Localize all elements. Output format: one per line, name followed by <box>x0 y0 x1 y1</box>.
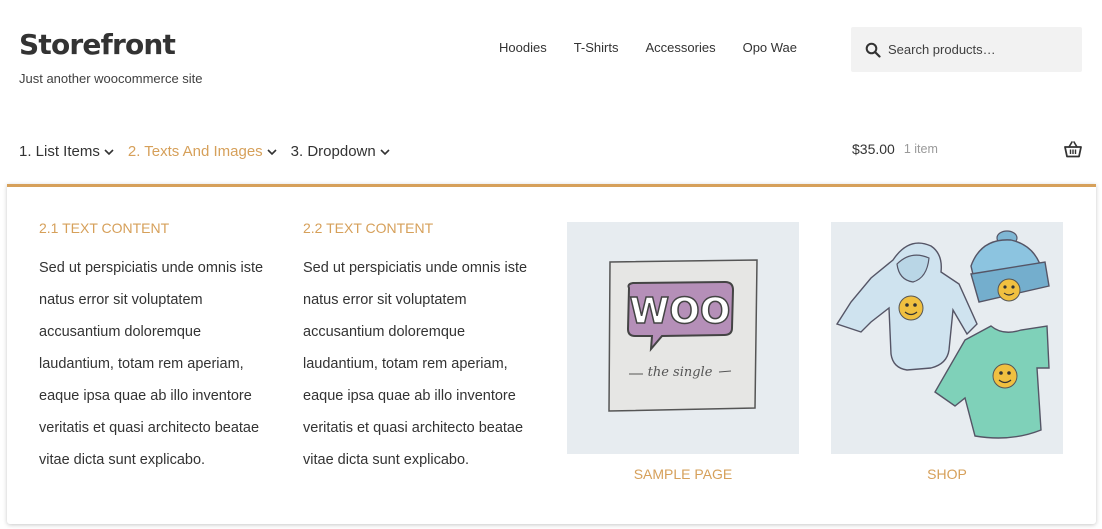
menu-item-label: 3. Dropdown <box>290 143 376 160</box>
search-input[interactable] <box>888 42 1078 57</box>
sample-page-link[interactable]: Sample Page <box>567 466 799 482</box>
cart-amount: $35.00 <box>852 141 895 157</box>
basket-icon[interactable] <box>1064 141 1082 158</box>
menu-item-label: 1. List Items <box>19 143 100 160</box>
clothing-illustration <box>831 222 1063 454</box>
chevron-down-icon <box>104 148 114 155</box>
chevron-down-icon <box>267 148 277 155</box>
nav-opo-wae[interactable]: Opo Wae <box>743 40 797 55</box>
column-heading: 2.1 Text Content <box>39 220 170 236</box>
sample-page-image[interactable]: WOO the single <box>567 222 799 454</box>
site-title[interactable]: Storefront <box>19 28 203 62</box>
text-column-2: 2.2 Text Content Sed ut perspiciatis und… <box>303 220 543 476</box>
column-text: Sed ut perspiciatis unde omnis iste natu… <box>39 260 264 468</box>
menu-item-dropdown[interactable]: 3. Dropdown <box>291 143 390 160</box>
menu-item-list-items[interactable]: 1. List Items <box>19 143 114 160</box>
shop-link[interactable]: Shop <box>831 466 1063 482</box>
shop-image[interactable] <box>831 222 1063 454</box>
site-branding: Storefront Just another woocommerce site <box>19 28 203 86</box>
cart-count: 1 item <box>903 142 938 156</box>
menu-item-texts-and-images[interactable]: 2. Texts And Images <box>128 143 277 160</box>
text-column-1: 2.1 Text Content Sed ut perspiciatis und… <box>39 220 279 476</box>
nav-accessories[interactable]: Accessories <box>646 40 716 55</box>
nav-hoodies[interactable]: Hoodies <box>499 40 547 55</box>
woo-subtitle: the single <box>648 365 713 380</box>
primary-navigation: Hoodies T-Shirts Accessories Opo Wae <box>499 40 797 55</box>
mega-menu-bar: 1. List Items 2. Texts And Images 3. Dro… <box>19 143 404 160</box>
column-text: Sed ut perspiciatis unde omnis iste natu… <box>303 260 528 468</box>
woo-logo-text: WOO <box>630 291 731 332</box>
column-heading: 2.2 Text Content <box>303 220 434 236</box>
mega-menu-panel: 2.1 Text Content Sed ut perspiciatis und… <box>7 184 1096 524</box>
site-tagline: Just another woocommerce site <box>19 71 203 86</box>
chevron-down-icon <box>380 148 390 155</box>
menu-item-label: 2. Texts And Images <box>127 143 263 160</box>
search-icon[interactable] <box>865 42 881 58</box>
header-cart[interactable]: $35.00 1 item <box>852 141 1084 158</box>
woo-single-illustration: WOO the single <box>567 222 799 454</box>
nav-t-shirts[interactable]: T-Shirts <box>574 40 619 55</box>
product-search <box>851 27 1082 72</box>
